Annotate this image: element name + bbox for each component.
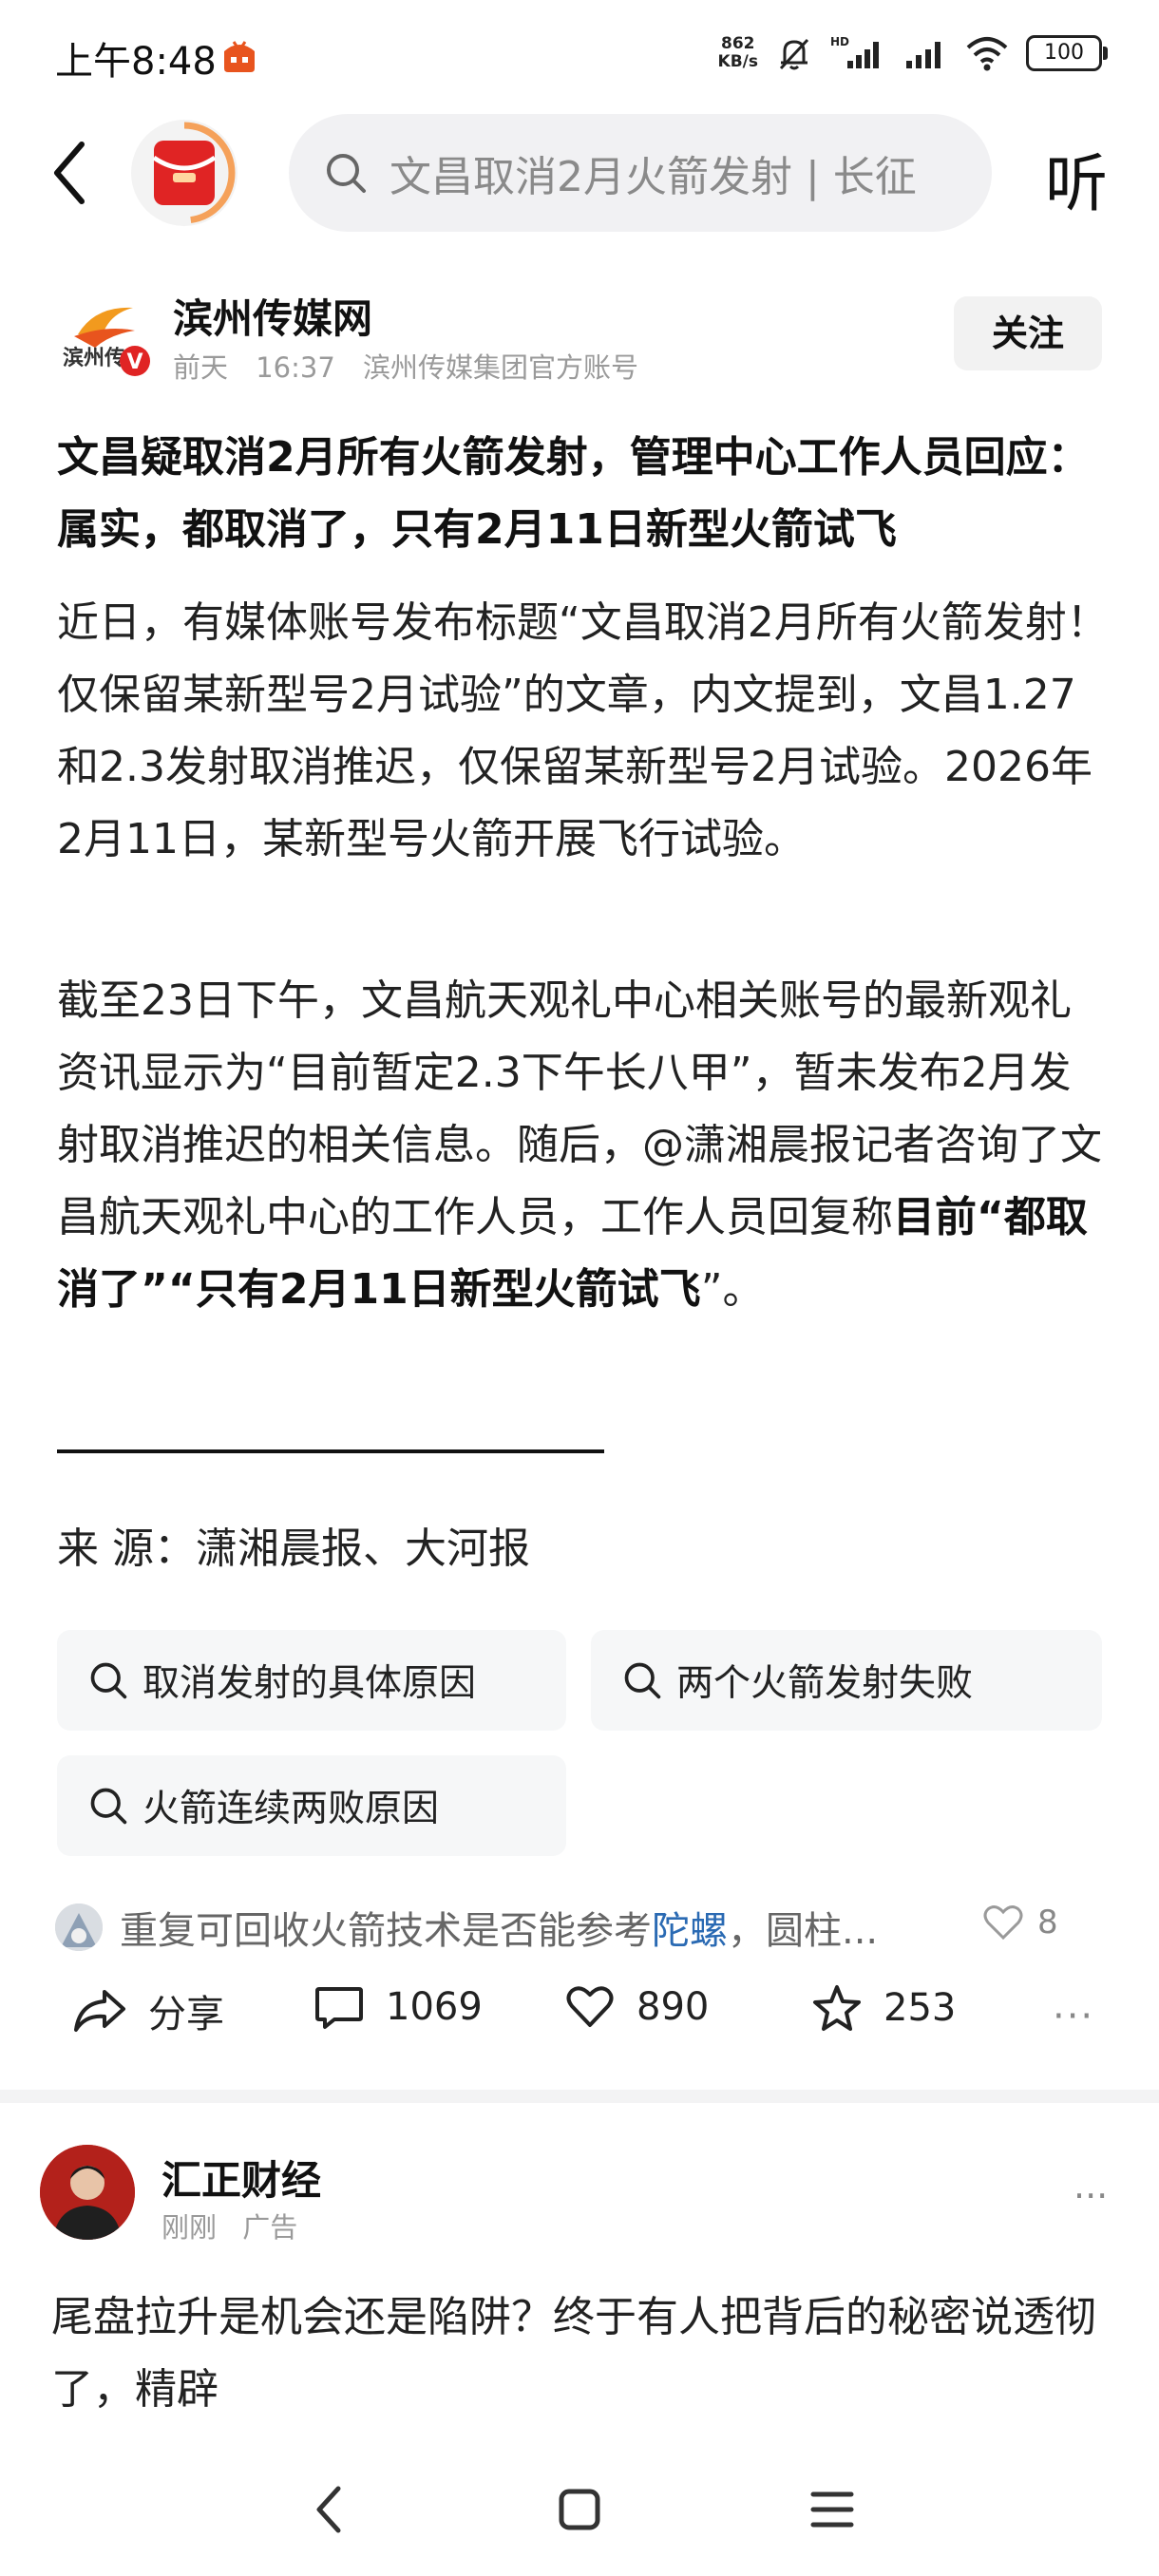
red-envelope-icon [133,122,236,224]
related-search-chip[interactable]: 两个火箭发射失败 [591,1630,1102,1731]
advertiser-name[interactable]: 汇正财经 [162,2149,321,2207]
nav-menu-button[interactable] [794,2472,870,2548]
app-notification-icon [224,41,255,72]
comment-icon [315,1987,363,2029]
author-logo-icon: 滨州传 V [63,307,150,376]
signal-icon [906,42,940,68]
back-arrow-icon[interactable] [46,135,93,211]
ad-label: 广告 [242,2211,298,2244]
favorite-button[interactable]: 253 [811,1983,956,2033]
divider [57,1449,604,1453]
avatar-image [40,2145,135,2240]
follow-button[interactable]: 关注 [954,296,1102,370]
comment-like[interactable]: 8 [982,1904,1058,1941]
listen-button[interactable]: 听 [1045,133,1108,224]
share-icon [74,1990,125,2032]
section-separator [0,2090,1159,2103]
status-icons: 862 KB/s HD 100 [717,34,1108,72]
search-icon [624,1662,661,1699]
comment-keyword-link[interactable]: 陀螺 [652,1909,728,1953]
star-icon [813,1985,861,2031]
article-source: 来 源：潇湘晨报、大河报 [57,1525,530,1573]
related-search-chip[interactable]: 火箭连续两败原因 [57,1755,566,1856]
comment-button[interactable]: 1069 [314,1983,483,2031]
author-description: 滨州传媒集团官方账号 [363,351,639,384]
like-button[interactable]: 890 [564,1983,709,2031]
publish-day: 前天 [173,351,229,384]
nav-back-button[interactable] [291,2472,367,2548]
svg-text:HD: HD [830,35,849,48]
article-title: 文昌疑取消2月所有火箭发射，管理中心工作人员回应：属实，都取消了，只有2月11日… [57,433,1090,554]
author-logo-text: 滨州传 [63,346,125,370]
heart-icon [983,1905,1023,1941]
wifi-icon [966,37,1008,71]
ad-meta: 刚刚 广告 [162,2206,314,2245]
net-speed: 862 KB/s [717,34,758,71]
search-query: 文昌取消2月火箭发射 | 长征 [390,153,917,201]
article-paragraph-2: 截至23日下午，文昌航天观礼中心相关账号的最新观礼资讯显示为“目前暂定2.3下午… [57,976,1102,1314]
nav-home-button[interactable] [542,2472,618,2548]
share-button[interactable]: 分享 [72,1983,224,2038]
app-logo[interactable] [131,120,238,226]
advertiser-avatar[interactable] [40,2145,135,2240]
battery-indicator: 100 [1026,35,1108,71]
ad-text[interactable]: 尾盘拉升是机会还是陷阱？终于有人把背后的秘密说透彻了，精辟 [51,2282,1115,2426]
more-options-button[interactable]: ··· [1053,1995,1094,2038]
heart-icon [566,1986,614,2027]
nav-home-icon [559,2489,600,2530]
ad-time: 刚刚 [162,2211,218,2244]
mute-bell-icon [779,38,809,70]
publish-time: 16:37 [256,351,335,384]
avatar-image [55,1904,103,1951]
verified-badge-icon: V [126,350,142,374]
commenter-avatar [55,1904,103,1951]
author-name[interactable]: 滨州传媒网 [173,287,372,345]
search-bar[interactable]: 文昌取消2月火箭发射 | 长征 [289,114,992,232]
search-icon [327,154,366,193]
status-time: 上午8:48 [55,40,217,84]
ad-more-button[interactable]: ··· [1074,2175,1108,2217]
signal-hd-icon: HD [830,35,879,68]
nav-back-icon [316,2486,341,2533]
author-meta: 前天 16:37 滨州传媒集团官方账号 [173,346,657,386]
article-paragraph-1: 近日，有媒体账号发布标题“文昌取消2月所有火箭发射！仅保留某新型号2月试验”的文… [57,598,1109,863]
search-icon [90,1788,127,1825]
author-avatar[interactable]: 滨州传 V [57,293,152,380]
hot-comment[interactable]: 重复可回收火箭技术是否能参考陀螺，圆柱... [120,1900,878,1955]
nav-menu-icon [810,2491,854,2528]
related-search-chip[interactable]: 取消发射的具体原因 [57,1630,566,1731]
search-icon [90,1662,127,1699]
